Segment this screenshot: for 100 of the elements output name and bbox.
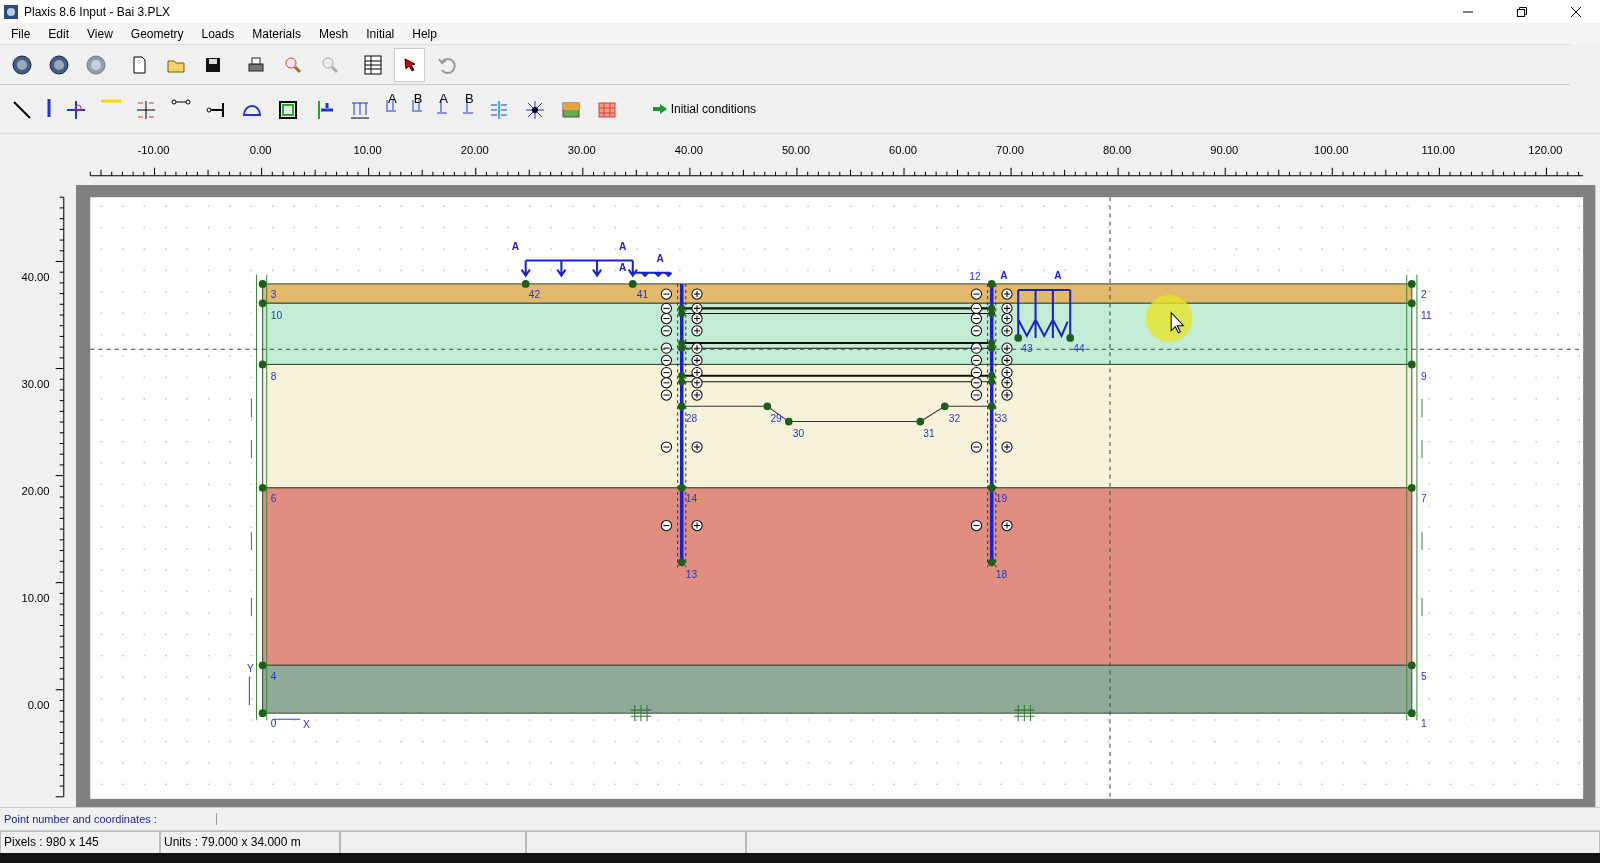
menu-item[interactable]: Initial xyxy=(357,26,404,41)
interface-minus-icon xyxy=(660,312,673,325)
point-number: 1 xyxy=(1421,718,1427,730)
interface-plus-icon xyxy=(691,354,703,366)
interface-minus-icon xyxy=(660,441,673,453)
interface-minus-icon xyxy=(970,377,982,389)
ruler-label: 20.00 xyxy=(21,484,50,497)
ruler-label: 10.00 xyxy=(353,144,382,157)
ruler-label: 20.00 xyxy=(460,144,489,157)
point-number: 11 xyxy=(1421,309,1432,321)
plate-icon xyxy=(47,99,51,117)
point-number: 14 xyxy=(685,493,698,505)
node-icon xyxy=(65,99,87,121)
material-icon xyxy=(559,99,582,121)
menu-item[interactable]: Help xyxy=(403,26,446,41)
interface-minus-icon xyxy=(970,367,982,379)
geometry-point xyxy=(258,709,267,718)
geometry-point xyxy=(1407,483,1416,492)
axis-label: X xyxy=(303,719,310,731)
geometry-point xyxy=(987,558,996,567)
ruler-label: -10.00 xyxy=(137,144,170,157)
interface-minus-icon xyxy=(660,325,673,337)
globe-icon xyxy=(84,53,107,76)
menu-item[interactable]: View xyxy=(78,26,122,41)
cursor-icon xyxy=(1170,311,1185,334)
line-icon xyxy=(11,99,33,121)
interface-minus-icon xyxy=(660,389,673,401)
interface-plus-icon xyxy=(1001,325,1013,337)
point-number: 32 xyxy=(948,412,961,424)
ruler-label: 50.00 xyxy=(781,144,810,157)
menu-item[interactable]: Loads xyxy=(192,26,244,41)
tool-button[interactable]: B xyxy=(459,95,477,123)
geometry-point xyxy=(521,280,530,288)
load-label: A xyxy=(656,253,664,265)
geometry-point xyxy=(763,402,772,411)
interface-plus-icon xyxy=(1001,288,1013,300)
geometry-point xyxy=(258,280,267,288)
ruler-label: 90.00 xyxy=(1210,144,1239,157)
interface-plus-icon xyxy=(1001,389,1013,401)
geometry-point xyxy=(940,402,949,411)
interface-plus-icon xyxy=(1001,354,1013,366)
point-number: 9 xyxy=(1421,370,1427,382)
interface-minus-icon xyxy=(660,342,673,354)
point-number: 12 xyxy=(969,270,981,282)
interface-minus-icon xyxy=(660,367,673,379)
ruler-label: 80.00 xyxy=(1103,144,1132,157)
point-number: 6 xyxy=(270,493,277,505)
tool-button[interactable]: A xyxy=(382,95,400,123)
geometry-point xyxy=(784,417,793,426)
app-icon xyxy=(4,4,18,19)
interface-minus-icon xyxy=(660,288,673,300)
point-number: 30 xyxy=(792,427,805,439)
ruler-label: 40.00 xyxy=(21,270,50,283)
load-label: A xyxy=(511,241,520,253)
interface-minus-icon xyxy=(660,519,673,532)
ruler-label: 120.00 xyxy=(1528,144,1563,157)
interface-minus-icon xyxy=(970,519,982,532)
tool-button[interactable]: B xyxy=(407,95,426,123)
interface-minus-icon xyxy=(660,302,673,314)
geogrid-icon xyxy=(101,99,121,103)
menu-item[interactable]: File xyxy=(2,26,40,41)
cursor-highlight xyxy=(1145,295,1193,342)
point-number: 18 xyxy=(995,568,1008,580)
menu-item[interactable]: Materials xyxy=(243,26,310,41)
geometry-point xyxy=(258,360,267,369)
anchor-icon xyxy=(171,99,191,105)
interface-plus-icon xyxy=(691,312,703,325)
geometry-point xyxy=(258,483,267,492)
ruler-label: 110.00 xyxy=(1421,144,1456,157)
point-number: 10 xyxy=(270,309,283,321)
interface-plus-icon xyxy=(691,367,703,379)
interface-plus-icon xyxy=(1001,342,1013,354)
point-number: 4 xyxy=(270,670,277,682)
ruler-label: 0.00 xyxy=(27,699,50,712)
menu-item[interactable]: Edit xyxy=(39,26,79,41)
geometry-point xyxy=(1407,661,1416,670)
geometry-point xyxy=(1407,709,1416,718)
interface-minus-icon xyxy=(970,389,982,401)
point-number: 2 xyxy=(1421,289,1427,301)
tool-button[interactable]: A xyxy=(433,95,451,123)
point-number: 44 xyxy=(1073,343,1085,355)
geometry-point xyxy=(677,483,686,492)
tool-button[interactable] xyxy=(394,47,425,82)
point-number: 28 xyxy=(685,412,698,424)
initial-conditions-button[interactable]: Initial conditions xyxy=(646,101,763,117)
menu-item[interactable]: Geometry xyxy=(121,26,193,41)
interface-minus-icon xyxy=(970,342,982,354)
interface-icon xyxy=(135,99,157,121)
point-number: 41 xyxy=(636,289,649,301)
geometry-point xyxy=(258,661,267,670)
close-icon[interactable] xyxy=(1571,6,1581,17)
ruler-label: 30.00 xyxy=(567,144,596,157)
point-number: 13 xyxy=(685,568,698,580)
interface-plus-icon xyxy=(691,519,703,532)
point-number: 19 xyxy=(995,493,1008,505)
point-number: 42 xyxy=(528,289,541,301)
geometry-point xyxy=(677,402,686,411)
menu-item[interactable]: Mesh xyxy=(309,26,358,41)
restore-icon[interactable] xyxy=(1517,6,1527,17)
point-number: 29 xyxy=(770,412,782,424)
